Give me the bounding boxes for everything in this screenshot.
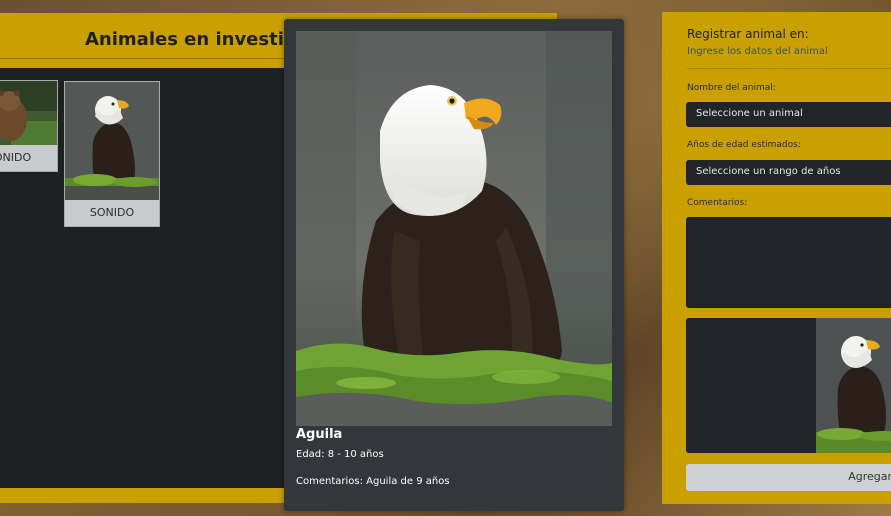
animal-card-bear[interactable]: SONIDO [0, 80, 58, 172]
animal-name-select[interactable]: Seleccione un animal [686, 102, 891, 127]
animal-preview [686, 318, 891, 453]
eagle-image [65, 82, 159, 200]
eagle-photo [296, 31, 612, 426]
comments-label: Comentarios: [687, 198, 748, 208]
bear-image [0, 81, 57, 145]
animal-card-eagle[interactable]: SONIDO [64, 81, 160, 227]
age-range-label: Años de edad estimados: [687, 140, 801, 150]
comments-textarea[interactable] [686, 217, 891, 308]
modal-animal-comments: Comentarios: Aguila de 9 años [296, 476, 450, 487]
form-title: Registrar animal en: [687, 27, 809, 41]
sound-button[interactable]: SONIDO [0, 145, 57, 171]
sound-button[interactable]: SONIDO [65, 199, 159, 226]
form-subtitle: Ingrese los datos del animal [687, 46, 828, 57]
age-range-select[interactable]: Seleccione un rango de años [686, 160, 891, 185]
animal-detail-modal: Aguila Edad: 8 - 10 años Comentarios: Ag… [284, 19, 624, 511]
form-divider [687, 68, 891, 69]
add-button[interactable]: Agregar [686, 464, 891, 491]
preview-eagle-image [686, 318, 891, 453]
modal-animal-name: Aguila [296, 427, 343, 442]
animal-name-label: Nombre del animal: [687, 83, 776, 93]
modal-animal-age: Edad: 8 - 10 años [296, 449, 384, 460]
register-form-panel: Registrar animal en: Ingrese los datos d… [662, 12, 891, 504]
